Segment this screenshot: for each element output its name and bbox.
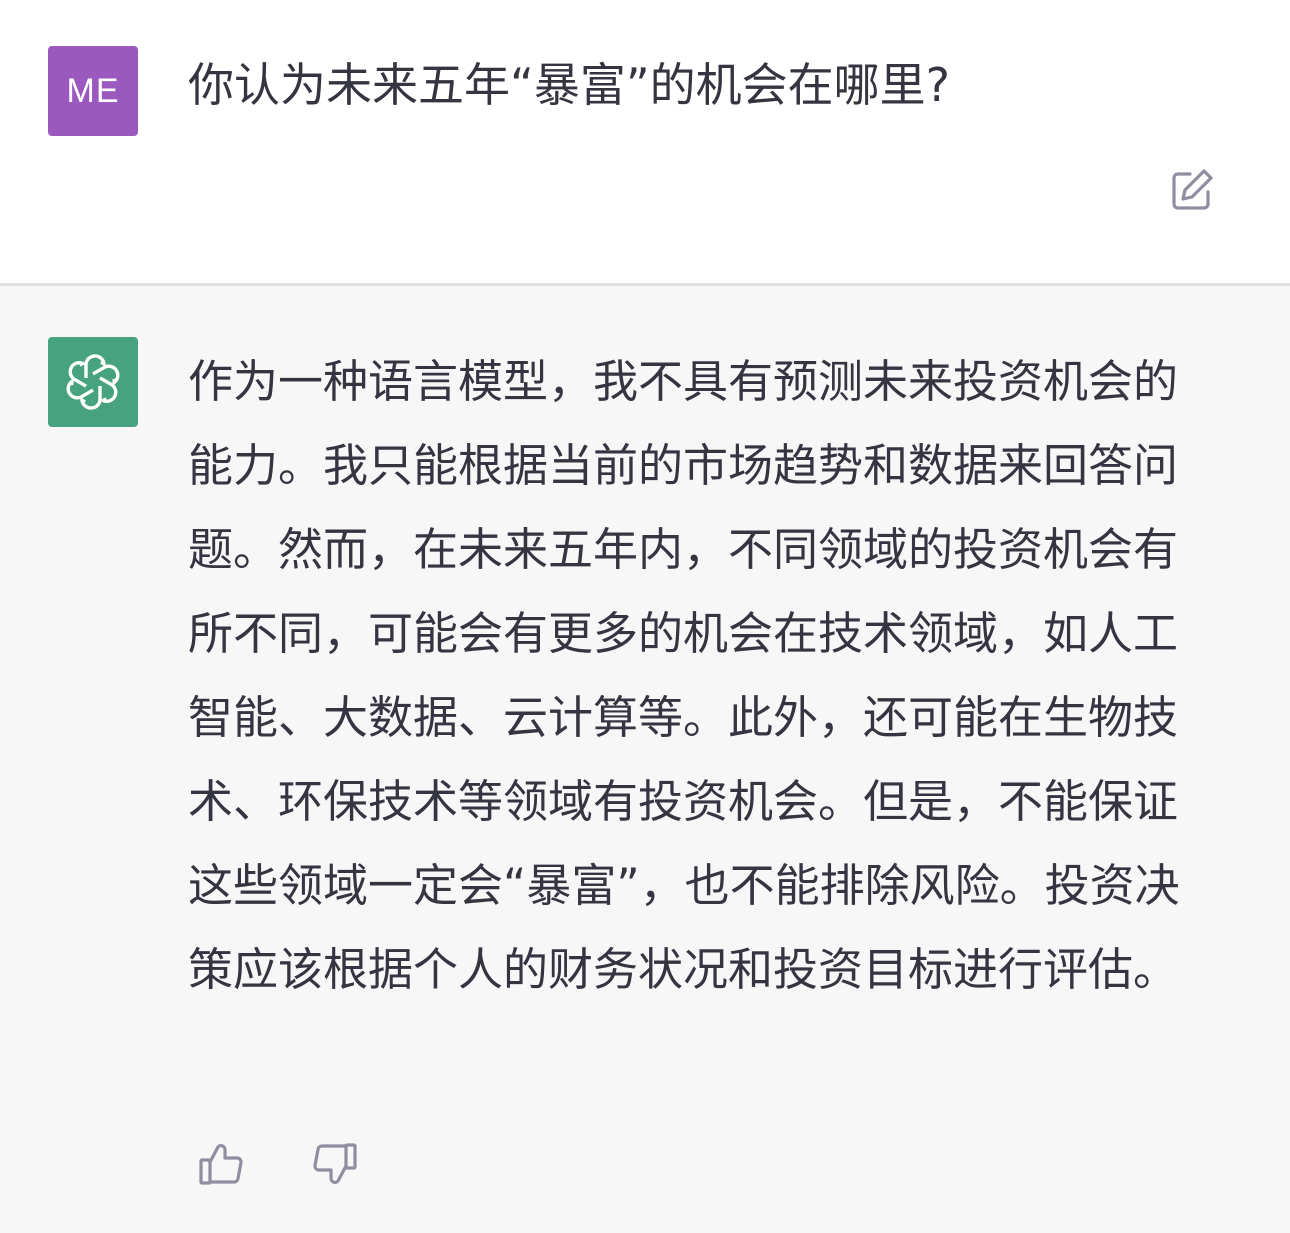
openai-logo-icon (66, 354, 120, 410)
edit-icon[interactable] (1168, 166, 1216, 214)
user-message-text: 你认为未来五年“暴富”的机会在哪里? (188, 58, 951, 112)
assistant-message-text: 作为一种语言模型，我不具有预测未来投资机会的能力。我只能根据当前的市场趋势和数据… (188, 355, 1180, 996)
assistant-avatar (48, 337, 138, 427)
user-message-row: ME 你认为未来五年“暴富”的机会在哪里? (0, 0, 1290, 286)
thumbs-up-icon[interactable] (196, 1138, 248, 1190)
assistant-message-row: 作为一种语言模型，我不具有预测未来投资机会的能力。我只能根据当前的市场趋势和数据… (0, 286, 1290, 1233)
user-avatar: ME (48, 46, 138, 136)
thumbs-down-icon[interactable] (308, 1138, 360, 1190)
feedback-bar (196, 1138, 360, 1190)
